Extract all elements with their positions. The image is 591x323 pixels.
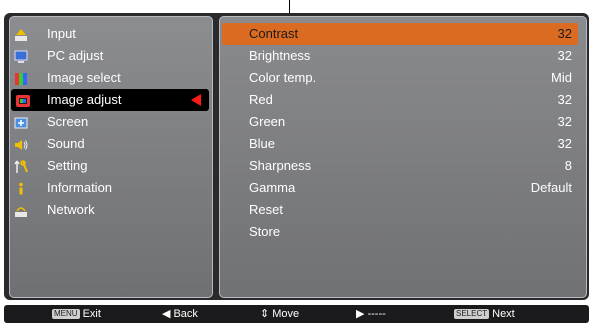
move-hint-label: Move — [272, 308, 300, 320]
network-icon — [14, 203, 28, 217]
setting-value: 32 — [557, 114, 572, 129]
select-hint-label: Next — [492, 308, 515, 320]
setting-label: Store — [249, 224, 281, 239]
next-arrow-hint-label: ----- — [367, 308, 386, 320]
right-arrow-icon: ▶ — [356, 308, 365, 320]
select-hint: SELECT Next — [454, 305, 515, 323]
select-key-icon: SELECT — [454, 309, 490, 320]
setting-value: Mid — [551, 70, 572, 85]
menu-item-image-adjust[interactable]: Image adjust — [11, 89, 209, 111]
setting-value: Default — [530, 180, 572, 195]
setting-row-red[interactable]: Red 32 — [222, 89, 578, 111]
setting-value: 32 — [557, 48, 572, 63]
menu-key-icon: MENU — [52, 309, 80, 320]
selection-arrow-icon — [191, 94, 201, 106]
next-arrow-hint: ▶ ----- — [356, 305, 386, 323]
setting-row-blue[interactable]: Blue 32 — [222, 133, 578, 155]
setting-label: Reset — [249, 202, 283, 217]
information-icon — [14, 181, 28, 195]
back-arrow-icon: ◀ — [162, 308, 171, 320]
menu-item-sound[interactable]: Sound — [9, 133, 213, 155]
up-down-arrow-icon: ⇕ — [260, 308, 270, 320]
setting-row-green[interactable]: Green 32 — [222, 111, 578, 133]
sound-icon — [14, 137, 28, 151]
menu-item-pc-adjust[interactable]: PC adjust — [9, 45, 213, 67]
setting-label: Color temp. — [249, 70, 317, 85]
menu-item-input[interactable]: Input — [9, 23, 213, 45]
setting-row-store[interactable]: Store — [222, 221, 578, 243]
menu-item-label: Input — [47, 26, 76, 41]
input-icon — [14, 27, 28, 41]
menu-item-image-select[interactable]: Image select — [9, 67, 213, 89]
menu-item-label: Screen — [47, 114, 89, 129]
setting-row-sharpness[interactable]: Sharpness 8 — [222, 155, 578, 177]
setting-label: Green — [249, 114, 286, 129]
setting-row-brightness[interactable]: Brightness 32 — [222, 45, 578, 67]
exit-hint-label: Exit — [82, 308, 101, 320]
back-hint-label: Back — [173, 308, 198, 320]
menu-item-label: Information — [47, 180, 113, 195]
setting-row-contrast[interactable]: Contrast 32 — [222, 23, 578, 45]
exit-hint: MENU Exit — [52, 305, 101, 323]
setting-value: 32 — [557, 26, 572, 41]
setting-value: 32 — [557, 136, 572, 151]
menu-item-screen[interactable]: Screen — [9, 111, 213, 133]
setting-value: 32 — [557, 92, 572, 107]
setting-label: Contrast — [249, 26, 299, 41]
menu-item-label: Sound — [47, 136, 85, 151]
move-hint: ⇕ Move — [260, 305, 299, 323]
key-guide-bar: MENU Exit ◀ Back ⇕ Move ▶ ----- SELECT Next — [4, 305, 589, 323]
screen-icon — [14, 115, 28, 129]
setting-label: Gamma — [249, 180, 296, 195]
setting-row-color-temp[interactable]: Color temp. Mid — [222, 67, 578, 89]
menu-item-label: Setting — [47, 158, 88, 173]
menu-item-network[interactable]: Network — [9, 199, 213, 221]
setting-value: 8 — [564, 158, 572, 173]
setting-row-reset[interactable]: Reset — [222, 199, 578, 221]
pc-adjust-icon — [14, 49, 28, 63]
menu-item-setting[interactable]: Setting — [9, 155, 213, 177]
menu-item-information[interactable]: Information — [9, 177, 213, 199]
image-select-icon — [14, 71, 28, 85]
projector-menu-screen: Input PC adjust Image select Image adjus… — [0, 0, 591, 323]
main-menu-panel: Input PC adjust Image select Image adjus… — [9, 16, 213, 298]
menu-item-label: Network — [47, 202, 95, 217]
setting-label: Brightness — [249, 48, 311, 63]
back-hint: ◀ Back — [162, 305, 198, 323]
setting-label: Red — [249, 92, 273, 107]
setting-label: Sharpness — [249, 158, 312, 173]
setting-label: Blue — [249, 136, 276, 151]
menu-item-label: Image select — [47, 70, 121, 85]
setting-icon — [14, 159, 28, 173]
menu-item-label: PC adjust — [47, 48, 104, 63]
image-adjust-icon — [16, 93, 30, 107]
setting-row-gamma[interactable]: Gamma Default — [222, 177, 578, 199]
menu-item-label: Image adjust — [47, 92, 122, 107]
